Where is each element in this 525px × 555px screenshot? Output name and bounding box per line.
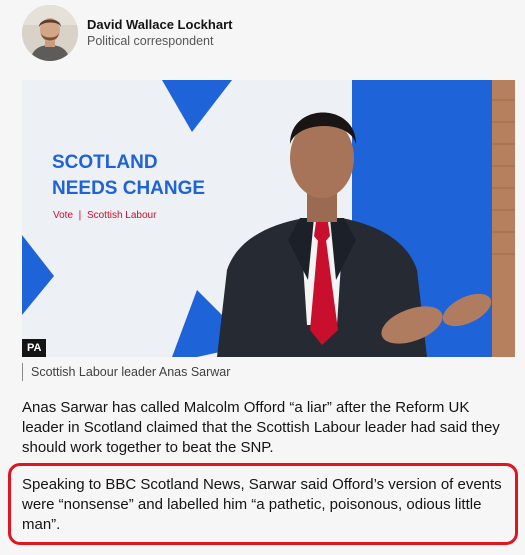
sign-line2: NEEDS CHANGE: [52, 178, 205, 199]
author-name[interactable]: David Wallace Lockhart: [87, 16, 232, 33]
sign-tagline: Vote ❘ Scottish Labour: [53, 210, 157, 221]
photo-credit-badge: PA: [22, 339, 47, 357]
author-avatar[interactable]: [22, 5, 78, 61]
article-paragraph-2: Speaking to BBC Scotland News, Sarwar sa…: [22, 476, 502, 533]
author-byline: David Wallace Lockhart Political corresp…: [22, 5, 232, 61]
sign-line1: SCOTLAND: [52, 152, 158, 173]
photo-caption: Scottish Labour leader Anas Sarwar: [22, 363, 230, 381]
article-paragraph-1: Anas Sarwar has called Malcolm Offord “a…: [22, 399, 500, 456]
article-photo: SCOTLAND NEEDS CHANGE Vote ❘ Scottish La…: [22, 80, 515, 357]
author-role: Political correspondent: [87, 34, 214, 48]
